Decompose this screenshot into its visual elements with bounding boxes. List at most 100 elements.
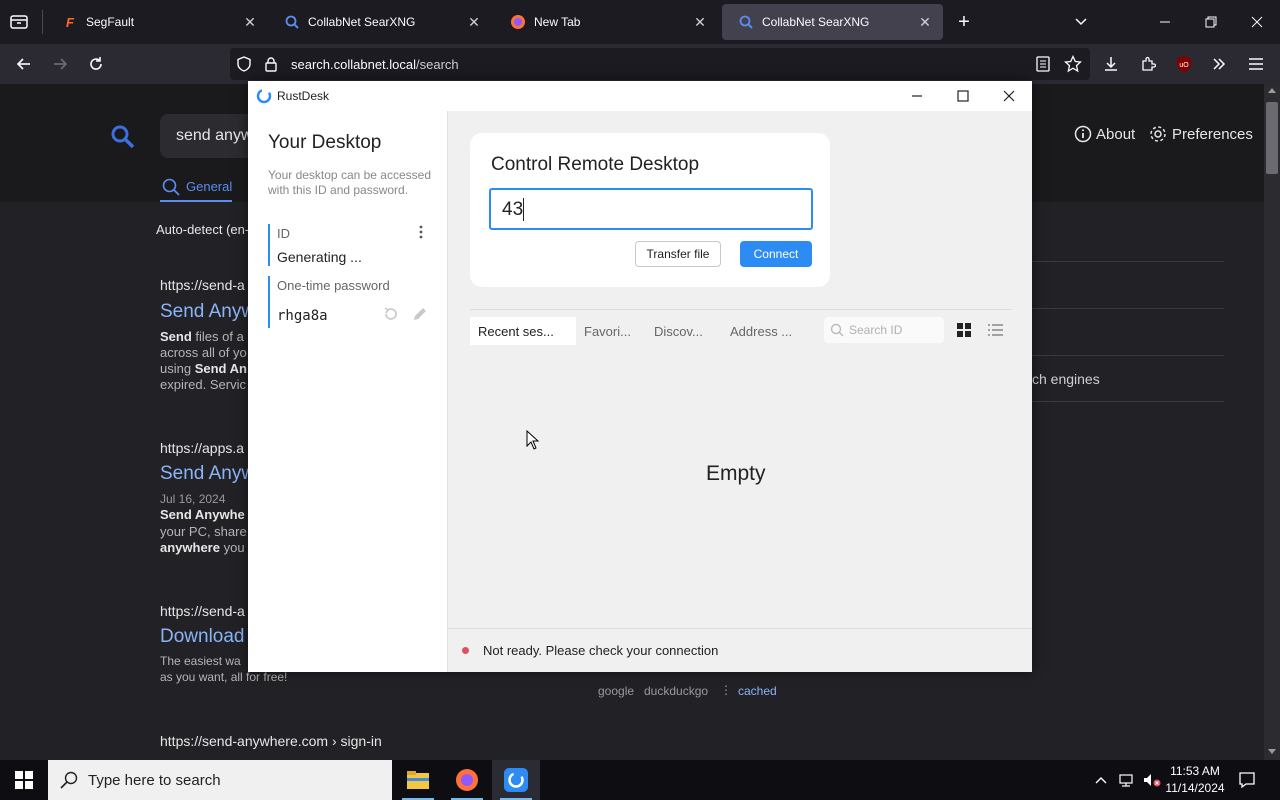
forward-icon[interactable]	[46, 50, 74, 78]
folder-icon	[407, 771, 429, 789]
your-desktop-title: Your Desktop	[268, 132, 382, 153]
page-scrollbar[interactable]	[1264, 84, 1280, 760]
result-title[interactable]: Send Anyw	[160, 301, 255, 323]
clock-date: 11/14/2024	[1165, 781, 1225, 795]
tab-segfault[interactable]: F SegFault ✕	[46, 4, 268, 40]
connect-button[interactable]: Connect	[740, 241, 812, 267]
url-text: search.collabnet.local/search	[291, 57, 459, 72]
list-view-icon[interactable]	[986, 321, 1006, 339]
tab-searxng-1[interactable]: CollabNet SearXNG ✕	[268, 4, 492, 40]
lock-icon[interactable]	[264, 56, 278, 77]
transfer-file-button[interactable]: Transfer file	[635, 241, 721, 267]
close-window-icon[interactable]	[1234, 0, 1280, 44]
browser-nav-bar: search.collabnet.local/search uO	[0, 44, 1280, 84]
result-snippet: as you want, all for free!	[160, 670, 288, 684]
taskbar-search-box[interactable]: Type here to search	[48, 760, 392, 800]
rustdesk-logo-icon	[256, 88, 272, 109]
list-tabs-icon[interactable]	[1058, 0, 1104, 44]
edit-password-icon[interactable]	[411, 305, 429, 328]
remote-id-input[interactable]: 43	[489, 188, 813, 230]
address-bar[interactable]: search.collabnet.local/search	[230, 48, 1090, 80]
id-value: Generating ...	[277, 249, 362, 265]
tab-general[interactable]: General	[186, 179, 232, 194]
segfault-icon: F	[66, 14, 74, 30]
extensions-icon[interactable]	[1134, 50, 1162, 78]
result-title[interactable]: Send Anyw	[160, 463, 255, 485]
close-window-icon[interactable]	[986, 81, 1032, 111]
result-url[interactable]: https://apps.a	[160, 440, 244, 456]
engine-duckduckgo[interactable]: duckduckgo	[644, 684, 708, 698]
preferences-link[interactable]: Preferences	[1172, 126, 1253, 143]
tab-label: SegFault	[86, 15, 135, 29]
search-icon	[60, 771, 78, 794]
back-icon[interactable]	[10, 50, 38, 78]
downloads-icon[interactable]	[1097, 50, 1125, 78]
id-accent-bar	[268, 224, 270, 266]
taskbar-clock[interactable]: 11:53 AM 11/14/2024	[1162, 763, 1228, 797]
rustdesk-titlebar[interactable]: RustDesk	[248, 81, 1032, 111]
minimize-icon[interactable]	[1142, 0, 1188, 44]
reader-view-icon[interactable]	[1036, 56, 1050, 77]
notifications-icon[interactable]	[1238, 771, 1256, 794]
tab-discovered[interactable]: Discov...	[646, 317, 722, 345]
more-tools-icon[interactable]	[1205, 50, 1233, 78]
ublock-icon[interactable]: uO	[1170, 50, 1198, 78]
snippet-bold: anywhere	[160, 540, 220, 555]
url-domain: search.collabnet.local	[291, 57, 417, 72]
volume-muted-icon[interactable]	[1142, 772, 1162, 793]
grid-view-icon[interactable]	[954, 321, 974, 339]
shield-icon[interactable]	[236, 56, 252, 77]
status-dot	[462, 647, 469, 654]
start-button[interactable]	[0, 760, 48, 800]
tab-recent-sessions[interactable]: Recent ses...	[470, 317, 576, 345]
taskbar-firefox[interactable]	[443, 760, 491, 800]
tab-label: CollabNet SearXNG	[762, 15, 870, 29]
result-url[interactable]: https://send-a	[160, 277, 245, 293]
more-options-icon[interactable]	[414, 224, 428, 240]
search-logo-icon[interactable]	[110, 124, 136, 155]
maximize-icon[interactable]	[940, 81, 986, 111]
id-label: ID	[277, 226, 290, 241]
snippet-bold: Send	[160, 329, 192, 344]
rustdesk-logo-icon	[504, 768, 528, 792]
firefox-icon	[456, 769, 478, 791]
close-tab-icon[interactable]: ✕	[692, 14, 708, 30]
about-icon[interactable]	[1074, 125, 1092, 148]
result-snippet: Send files of a	[160, 329, 244, 344]
result-title[interactable]: Download	[160, 626, 245, 648]
url-path: /search	[416, 57, 459, 72]
about-link[interactable]: About	[1096, 126, 1135, 143]
engine-google[interactable]: google	[598, 684, 634, 698]
new-tab-icon[interactable]: +	[954, 12, 974, 32]
refresh-password-icon[interactable]	[382, 305, 400, 328]
sidebar-divider	[1032, 401, 1224, 402]
result-url[interactable]: https://send-anywhere.com › sign-in	[160, 733, 382, 749]
scroll-down-icon[interactable]	[1268, 749, 1276, 754]
result-url[interactable]: https://send-a	[160, 603, 245, 619]
menu-icon[interactable]	[1242, 50, 1270, 78]
restore-icon[interactable]	[1188, 0, 1234, 44]
close-tab-icon[interactable]: ✕	[917, 14, 933, 30]
taskbar-rustdesk[interactable]	[492, 760, 540, 800]
tab-searxng-active[interactable]: CollabNet SearXNG ✕	[722, 4, 943, 40]
network-icon[interactable]	[1118, 772, 1136, 793]
cached-link[interactable]: cached	[738, 684, 777, 698]
sidebar-text: ch engines	[1032, 371, 1100, 387]
scrollbar-thumb[interactable]	[1266, 102, 1278, 174]
taskbar-file-explorer[interactable]	[394, 760, 442, 800]
language-autodetect[interactable]: Auto-detect (en-	[156, 222, 249, 237]
bookmark-star-icon[interactable]	[1063, 54, 1083, 78]
close-tab-icon[interactable]: ✕	[466, 14, 482, 30]
tab-new-tab[interactable]: New Tab ✕	[494, 4, 718, 40]
tab-favorites[interactable]: Favori...	[576, 317, 646, 345]
scroll-up-icon[interactable]	[1268, 88, 1276, 93]
minimize-icon[interactable]	[894, 81, 940, 111]
close-tab-icon[interactable]: ✕	[242, 14, 258, 30]
search-id-input[interactable]: Search ID	[824, 317, 944, 343]
search-input[interactable]: send anyw	[160, 114, 260, 158]
show-hidden-icons-icon[interactable]	[1094, 773, 1108, 791]
tab-address-book[interactable]: Address ...	[722, 317, 804, 345]
gear-icon[interactable]	[1148, 124, 1168, 149]
tab-overview-icon[interactable]	[8, 12, 30, 32]
reload-icon[interactable]	[82, 50, 110, 78]
